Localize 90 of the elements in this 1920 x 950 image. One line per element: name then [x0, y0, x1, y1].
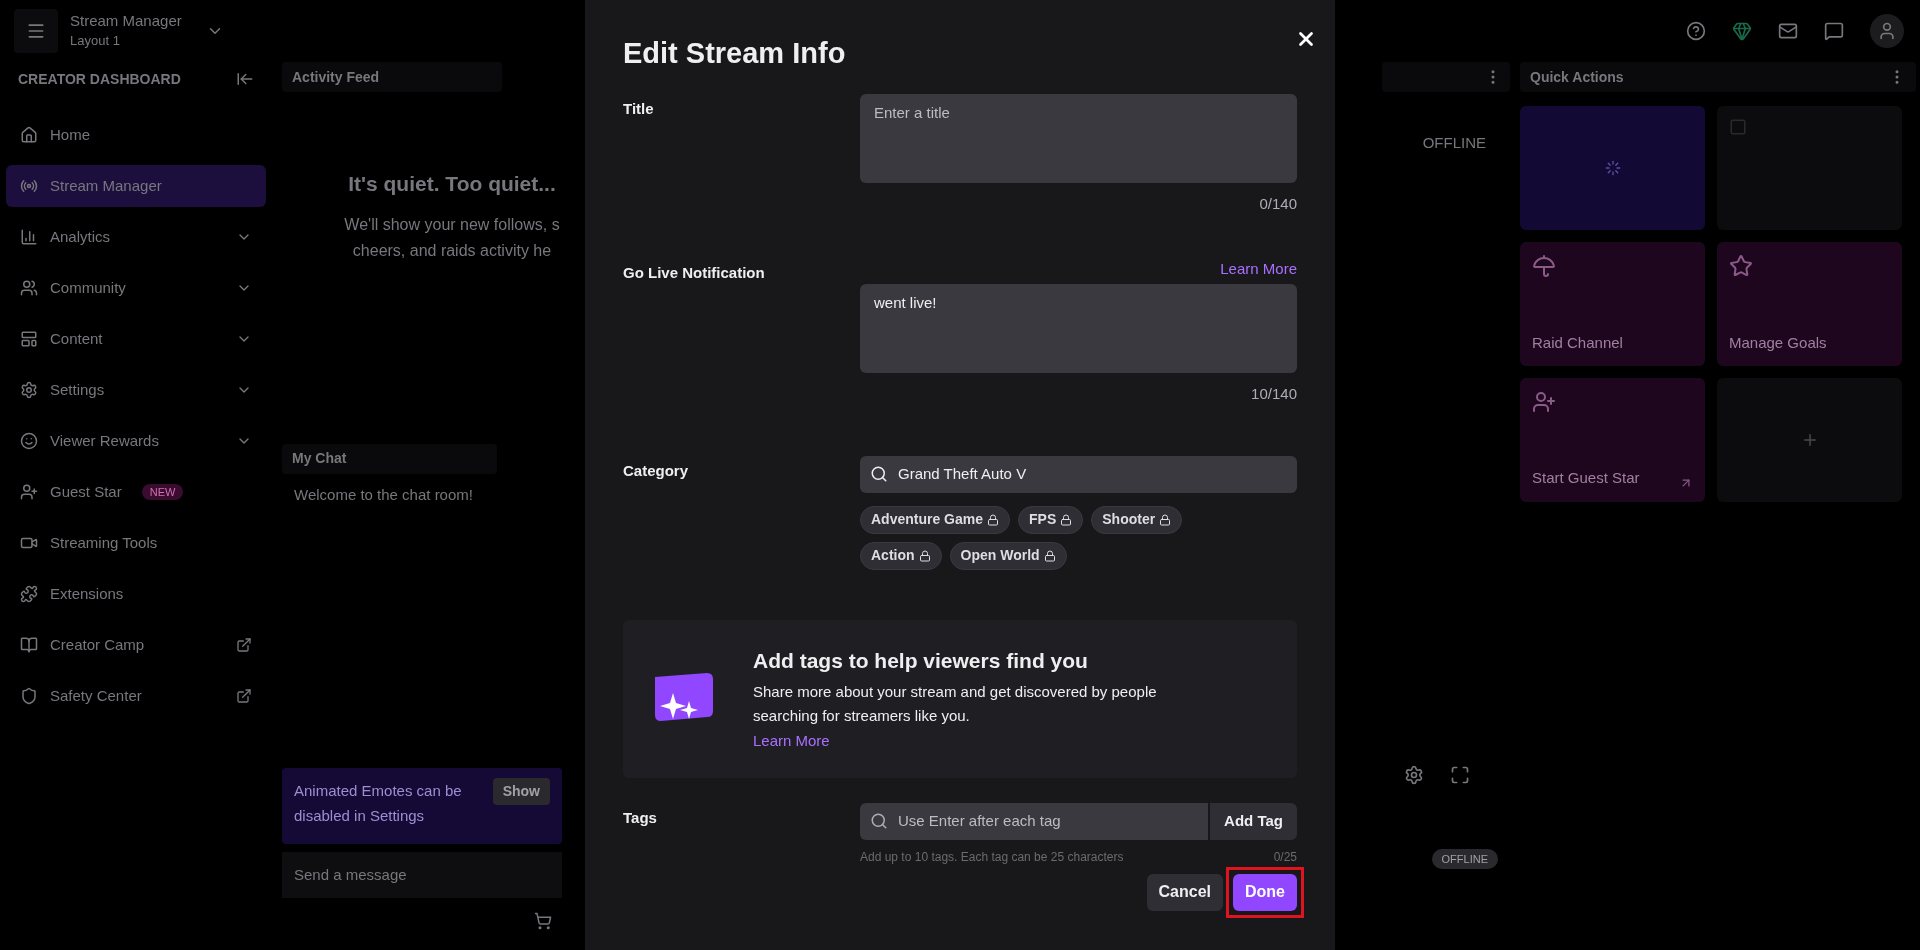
notice-text: Animated Emotes can be disabled in Settings [294, 781, 463, 826]
panel-header: Quick Actions [1520, 62, 1916, 92]
nav-icon [20, 432, 38, 450]
chat-welcome: Welcome to the chat room! [294, 484, 474, 505]
tags-field[interactable]: Use Enter after each tag [860, 802, 1209, 840]
message-field[interactable]: Send a message [282, 852, 562, 898]
notification-field[interactable]: went live! [860, 284, 1297, 373]
empty-text: We'll show your new follows, s cheers, and raids activity he [343, 214, 561, 261]
field-label: Go Live Notification [623, 262, 766, 283]
search-icon [870, 465, 888, 483]
lock-icon [1043, 549, 1056, 562]
char-count: 0/140 [1259, 194, 1297, 214]
settings-icon[interactable] [1404, 764, 1424, 785]
category-tag: Adventure Game [860, 505, 1011, 534]
sidebar-item[interactable]: Creator Camp [6, 624, 266, 666]
menu-icon [26, 21, 46, 41]
category-field[interactable]: Grand Theft Auto V [860, 455, 1297, 493]
category-tag: Shooter [1091, 505, 1183, 534]
offline-badge: OFFLINE [1431, 848, 1498, 869]
char-count: 10/140 [1251, 384, 1297, 404]
nav-icon [20, 279, 38, 297]
lock-icon [1159, 513, 1172, 526]
lock-icon [918, 549, 931, 562]
sidebar-item[interactable]: Analytics [6, 216, 266, 258]
mail-icon[interactable] [1778, 21, 1798, 41]
stream-status: OFFLINE [1422, 133, 1486, 153]
fullscreen-icon[interactable] [1450, 764, 1470, 785]
spinner-icon [1604, 160, 1621, 176]
nav-icon [20, 636, 38, 654]
star-icon [1729, 254, 1753, 278]
category-tag: Open World [949, 541, 1067, 570]
new-badge: NEW [141, 483, 184, 501]
title-field[interactable]: Enter a title [860, 94, 1297, 183]
avatar[interactable] [1870, 14, 1904, 48]
field-label: Title [623, 99, 655, 119]
sidebar-item[interactable]: Streaming Tools [6, 522, 266, 564]
nav-icon [20, 381, 38, 399]
sidebar-item[interactable]: Extensions [6, 573, 266, 615]
sidebar-item[interactable]: Guest Star NEW [6, 471, 266, 513]
learn-more-link[interactable]: Learn More [1220, 257, 1297, 280]
sidebar-item[interactable]: Home [6, 114, 266, 156]
show-button[interactable]: Show [492, 778, 550, 805]
nav-icon [20, 228, 38, 246]
action-card[interactable]: Manage Goals [1717, 242, 1902, 366]
promo-text: Share more about your stream and get discovered by people searching for streamers like you. [753, 682, 1158, 726]
lock-icon [1060, 513, 1073, 526]
nav-icon [20, 126, 38, 144]
category-tag: FPS [1018, 505, 1084, 534]
panel-header: Activity Feed [282, 62, 502, 92]
cancel-button[interactable]: Cancel [1146, 873, 1223, 911]
empty-title: It's quiet. Too quiet... [348, 171, 556, 197]
external-link-icon [236, 688, 252, 704]
learn-more-link[interactable]: Learn More [753, 730, 1203, 753]
gem-icon[interactable] [1732, 21, 1752, 41]
promo-heading: Add tags to help viewers find you [753, 647, 1089, 674]
nav-icon [20, 483, 38, 501]
external-link-icon [236, 637, 252, 653]
panel-header: My Chat [282, 443, 497, 474]
sidebar-item[interactable]: Viewer Rewards [6, 420, 266, 462]
menu-button[interactable] [14, 9, 58, 53]
tags-hint: Add up to 10 tags. Each tag can be 25 characters [860, 848, 1124, 866]
sidebar-item[interactable]: Safety Center [6, 675, 266, 717]
user-plus-icon [1532, 390, 1556, 414]
char-count: 0/25 [1273, 848, 1297, 866]
nav-icon [20, 177, 38, 195]
page-title: Stream Manager [70, 11, 182, 31]
layout-name: Layout 1 [70, 32, 121, 50]
help-icon[interactable] [1686, 21, 1706, 41]
dialog-title: Edit Stream Info [623, 36, 846, 72]
sidebar-item[interactable]: Stream Manager [6, 165, 266, 207]
search-icon [870, 812, 888, 830]
nav-icon [20, 585, 38, 603]
field-label: Category [623, 460, 690, 481]
sidebar-item[interactable]: Community [6, 267, 266, 309]
field-label: Tags [623, 807, 658, 828]
card-icon [1729, 118, 1747, 136]
action-card[interactable]: Raid Channel [1520, 242, 1705, 366]
add-tag-button[interactable]: Add Tag [1210, 802, 1297, 840]
nav-icon [20, 330, 38, 348]
done-button[interactable]: Done [1233, 873, 1297, 911]
cart-icon[interactable] [534, 912, 552, 930]
lock-icon [987, 513, 1000, 526]
category-tag: Action [860, 541, 942, 570]
action-card[interactable]: Start Guest Star [1520, 378, 1705, 502]
chat-icon[interactable] [1824, 21, 1844, 41]
sidebar-item[interactable]: Content [6, 318, 266, 360]
collapse-icon[interactable] [236, 70, 254, 88]
sidebar-heading: CREATOR DASHBOARD [18, 69, 181, 89]
sidebar-item[interactable]: Settings [6, 369, 266, 411]
nav-icon [20, 687, 38, 705]
